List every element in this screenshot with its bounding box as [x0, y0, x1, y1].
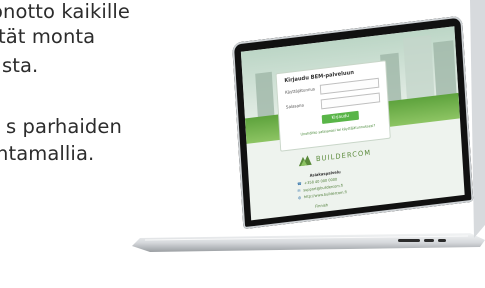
marketing-line-2: tät monta [0, 25, 96, 48]
username-label: Käyttäjätunnus [284, 87, 316, 96]
username-field[interactable] [319, 77, 380, 95]
login-button[interactable]: Kirjaudu [321, 110, 360, 125]
password-field[interactable] [320, 92, 381, 110]
marketing-line-4: s parhaiden [6, 115, 122, 138]
phone-icon: ☎ [297, 180, 302, 187]
marketing-line-3: sta. [2, 54, 39, 77]
forgot-password-link[interactable]: Unohditko salasanasi tai käyttäjätunnuks… [301, 124, 376, 137]
login-card: Kirjaudu BEM-palveluun Käyttäjätunnus Sa… [275, 60, 391, 152]
globe-icon: ◍ [297, 194, 302, 200]
marketing-line-1: önotto kaikille [0, 0, 130, 23]
language-selector[interactable]: Finnish [315, 202, 328, 208]
laptop-lid: Kirjaudu BEM-palveluun Käyttäjätunnus Sa… [232, 0, 485, 250]
display-area: Kirjaudu BEM-palveluun Käyttäjätunnus Sa… [240, 26, 465, 221]
password-label: Salasana [285, 103, 305, 111]
buildercom-logo-icon [298, 155, 312, 167]
email-icon: ✉ [297, 187, 301, 194]
marketing-line-5: ntamallia. [0, 142, 95, 165]
screen-bezel: Kirjaudu BEM-palveluun Käyttäjätunnus Sa… [232, 15, 474, 230]
brand-name: BUILDERCOM [315, 147, 372, 164]
laptop-screen: Kirjaudu BEM-palveluun Käyttäjätunnus Sa… [232, 12, 485, 288]
